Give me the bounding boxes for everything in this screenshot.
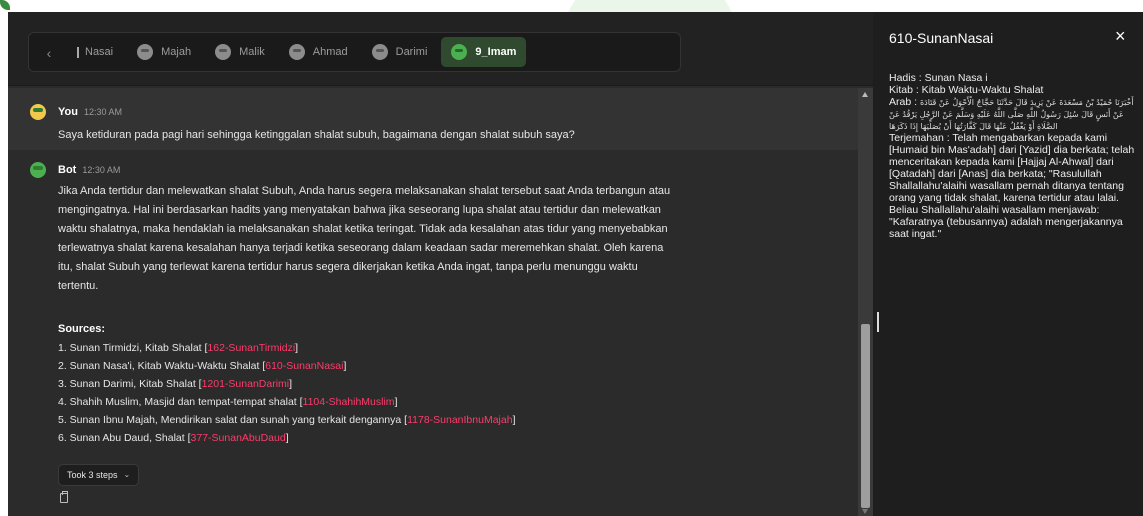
bot-avatar-icon — [30, 162, 46, 178]
source-text: 4. Shahih Muslim, Masjid dan tempat-temp… — [58, 396, 303, 408]
message-header: You 12:30 AM — [30, 104, 122, 120]
user-message: You 12:30 AM Saya ketiduran pada pagi ha… — [8, 88, 858, 150]
panel-title: 610-SunanNasai — [889, 30, 994, 46]
chat-scrollbar[interactable] — [858, 88, 873, 516]
tab-label: Ahmad — [312, 46, 348, 58]
message-list: You 12:30 AM Saya ketiduran pada pagi ha… — [8, 88, 858, 516]
copy-icon[interactable] — [60, 491, 68, 503]
source-item: 4. Shahih Muslim, Masjid dan tempat-temp… — [58, 393, 515, 411]
arab-block: Arab : أَخْبَرَنَا حُمَيْدُ بْنُ مَسْعَد… — [889, 96, 1135, 132]
source-link[interactable]: 162-SunanTirmidzi — [207, 342, 295, 354]
source-item: 2. Sunan Nasa'i, Kitab Waktu-Waktu Shala… — [58, 357, 515, 375]
kitab-line: Kitab : Kitab Waktu-Waktu Shalat — [889, 84, 1044, 96]
tab-malik[interactable]: Malik — [205, 37, 275, 67]
tab-majah[interactable]: Majah — [127, 37, 201, 67]
source-bracket: ] — [512, 414, 516, 426]
tab-label: Nasai — [85, 46, 114, 58]
hadith-detail-panel: 610-SunanNasai × Hadis : Sunan Nasa i Ki… — [873, 12, 1143, 516]
scroll-thumb[interactable] — [861, 324, 870, 508]
source-item: 5. Sunan Ibnu Majah, Mendirikan salat da… — [58, 411, 515, 429]
source-text: 3. Sunan Darimi, Kitab Shalat [ — [58, 378, 202, 390]
source-item: 3. Sunan Darimi, Kitab Shalat [1201-Suna… — [58, 375, 515, 393]
message-text: Saya ketiduran pada pagi hari sehingga k… — [58, 129, 575, 141]
steps-label: Took 3 steps — [67, 470, 118, 480]
tab-label: 9_Imam — [475, 46, 517, 58]
message-header: Bot 12:30 AM — [30, 162, 120, 178]
scroll-up-arrow-icon[interactable] — [862, 92, 868, 97]
source-item: 1. Sunan Tirmidzi, Kitab Shalat [162-Sun… — [58, 339, 515, 357]
took-steps-dropdown[interactable]: Took 3 steps ⌄ — [58, 464, 140, 486]
source-link[interactable]: 610-SunanNasai — [265, 360, 343, 372]
source-item: 6. Sunan Abu Daud, Shalat [377-SunanAbuD… — [58, 429, 515, 447]
source-link[interactable]: 1178-SunanIbnuMajah — [407, 414, 512, 426]
text-cursor — [877, 312, 879, 332]
chat-app: ‹ Nasai Majah Malik Ahmad Darimi 9_Imam … — [8, 12, 873, 516]
tab-nasai[interactable]: Nasai — [67, 37, 123, 67]
tab-edge-marker — [77, 46, 79, 58]
terjemahan-text: Terjemahan : Telah mengabarkan kepada ka… — [889, 132, 1135, 240]
source-bracket: ] — [285, 432, 289, 444]
panel-body: Hadis : Sunan Nasa i Kitab : Kitab Waktu… — [889, 72, 1135, 240]
book-avatar-icon — [137, 44, 154, 60]
scroll-down-arrow-icon[interactable] — [862, 509, 868, 514]
tab-bar-area: ‹ Nasai Majah Malik Ahmad Darimi 9_Imam — [8, 12, 873, 86]
book-avatar-icon — [371, 44, 388, 60]
tab-label: Darimi — [395, 46, 428, 58]
book-avatar-icon — [451, 44, 468, 60]
tab-darimi[interactable]: Darimi — [362, 37, 438, 67]
sources-list: 1. Sunan Tirmidzi, Kitab Shalat [162-Sun… — [58, 339, 515, 447]
tab-bar: ‹ Nasai Majah Malik Ahmad Darimi 9_Imam — [28, 32, 681, 72]
source-text: 6. Sunan Abu Daud, Shalat [ — [58, 432, 191, 444]
sources-title: Sources: — [58, 323, 106, 335]
source-text: 5. Sunan Ibnu Majah, Mendirikan salat da… — [58, 414, 408, 426]
source-text: 2. Sunan Nasa'i, Kitab Waktu-Waktu Shala… — [58, 360, 266, 372]
close-icon[interactable]: × — [1115, 27, 1126, 45]
chevron-down-icon: ⌄ — [123, 470, 131, 479]
source-bracket: ] — [289, 378, 293, 390]
chevron-left-icon[interactable]: ‹ — [39, 43, 59, 63]
message-text: Jika Anda tertidur dan melewatkan shalat… — [58, 185, 671, 292]
hadis-line: Hadis : Sunan Nasa i — [889, 72, 988, 84]
source-bracket: ] — [295, 342, 299, 354]
source-link[interactable]: 1104-ShahihMuslim — [303, 396, 395, 408]
tab-label: Malik — [239, 46, 265, 58]
source-link[interactable]: 1201-SunanDarimi — [202, 378, 290, 390]
message-time: 12:30 AM — [82, 165, 121, 175]
arab-label: Arab : — [889, 96, 918, 108]
tab-9-imam[interactable]: 9_Imam — [441, 37, 527, 67]
book-avatar-icon — [288, 44, 305, 60]
source-text: 1. Sunan Tirmidzi, Kitab Shalat [ — [58, 342, 208, 354]
bot-message: Bot 12:30 AM Jika Anda tertidur dan mele… — [8, 150, 858, 516]
sender-name: Bot — [58, 164, 77, 176]
source-link[interactable]: 377-SunanAbuDaud — [191, 432, 286, 444]
tab-ahmad[interactable]: Ahmad — [279, 37, 358, 67]
tab-label: Majah — [161, 46, 192, 58]
sender-name: You — [58, 106, 78, 118]
message-time: 12:30 AM — [83, 107, 122, 117]
arab-text: أَخْبَرَنَا حُمَيْدُ بْنُ مَسْعَدَةَ عَن… — [889, 98, 1134, 131]
source-bracket: ] — [394, 396, 398, 408]
user-avatar-icon — [30, 104, 46, 120]
book-avatar-icon — [215, 44, 232, 60]
source-bracket: ] — [343, 360, 347, 372]
